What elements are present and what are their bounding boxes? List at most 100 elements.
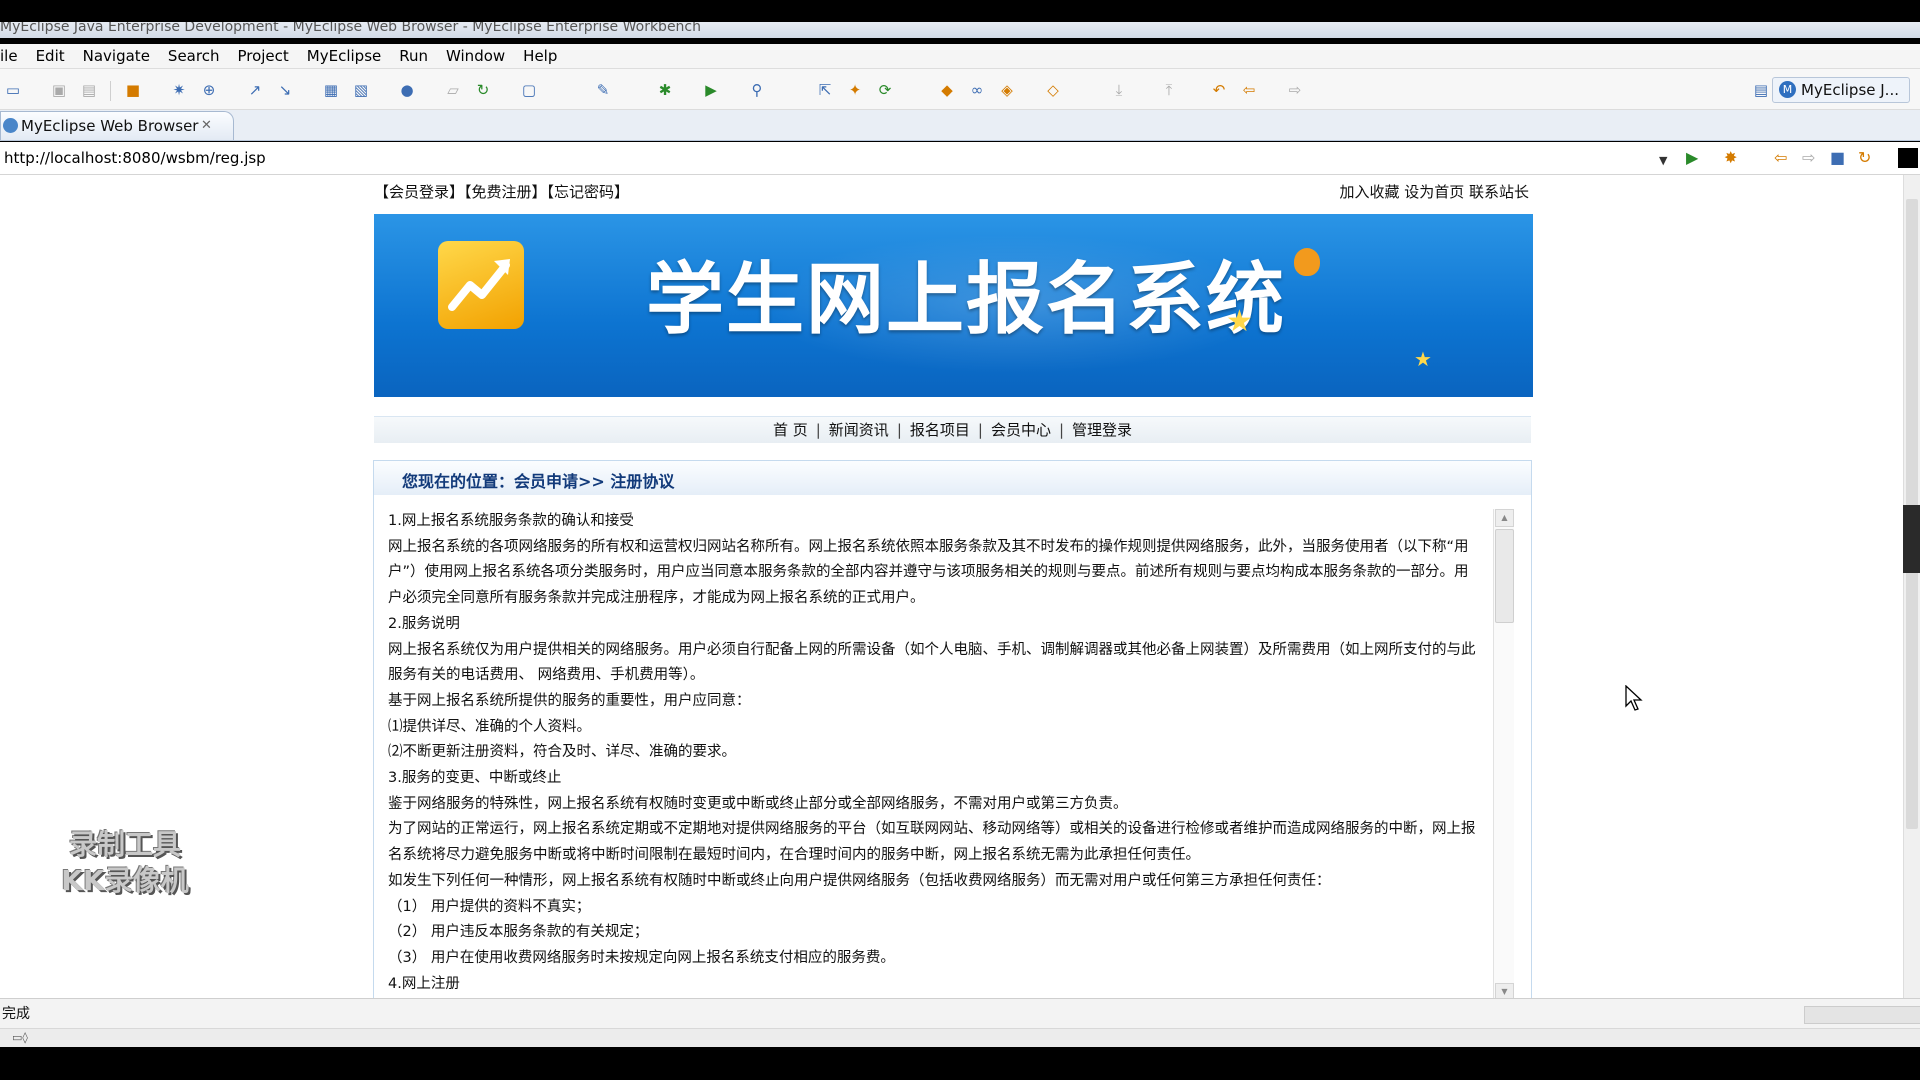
nav-projects[interactable]: 报名项目 [902, 421, 978, 439]
agreement-line: 网上报名系统的各项网络服务的所有权和运营权归网站名称所有。网上报名系统依照本服务… [388, 538, 1469, 555]
agreement-line: 服务有关的电话费用、 网络费用、手机费用等）。 [388, 667, 705, 684]
editor-tab-row: MyEclipse Web Browser ✕ [0, 110, 1920, 141]
refresh-project-icon[interactable]: ↻ [474, 81, 492, 99]
image-icon[interactable]: ▢ [520, 81, 538, 99]
browser-icon[interactable]: ● [398, 81, 416, 99]
scroll-thumb[interactable] [1495, 529, 1514, 623]
refresh-icon[interactable]: ↻ [1858, 149, 1871, 167]
perspective-icon[interactable]: ▤ [1752, 81, 1770, 99]
stop-icon[interactable]: ■ [1830, 149, 1845, 167]
server-icon[interactable]: ⊕ [200, 81, 218, 99]
link-icon[interactable]: ∞ [968, 81, 986, 99]
task-icon[interactable]: ◆ [938, 81, 956, 99]
nav-news[interactable]: 新闻资讯 [821, 421, 897, 439]
agreement-line: ⑵不断更新注册资料，符合及时、详尽、准确的要求。 [388, 744, 736, 761]
member-links[interactable]: 【会员登录】【免费注册】【忘记密码】 [374, 181, 629, 202]
main-nav: 首 页 | 新闻资讯 | 报名项目 | 会员中心 | 管理登录 [374, 416, 1531, 443]
top-links: 【会员登录】【免费注册】【忘记密码】 加入收藏 设为首页 联系站长 [374, 181, 1529, 203]
breadcrumb: 您现在的位置：会员申请>> 注册协议 [402, 472, 675, 491]
run-icon[interactable]: ▶ [702, 81, 720, 99]
agreement-line: 户”）使用网上报名系统各项分类服务时，用户应当同意本服务条款的全部内容并遵守与该… [388, 564, 1469, 581]
perspective-switcher[interactable]: M MyEclipse J... [1772, 77, 1910, 103]
folder-icon[interactable]: ▱ [444, 81, 462, 99]
agreement-line: ⑴提供详尽、准确的个人资料。 [388, 718, 591, 735]
open-resource-icon[interactable]: ✦ [846, 81, 864, 99]
deploy-icon[interactable]: ↗ [246, 81, 264, 99]
sync-icon[interactable]: ⟳ [876, 81, 894, 99]
chart-logo-icon [438, 241, 524, 329]
forward-icon[interactable]: ⇨ [1286, 81, 1304, 99]
chevron-down-icon[interactable]: ▼ [1659, 152, 1667, 170]
menu-myeclipse[interactable]: MyEclipse [299, 47, 391, 65]
agreement-line: 名系统将尽力避免服务中断或将中断时间限制在最短时间内，在合理时间内的服务中断，网… [388, 847, 1200, 864]
status-bar: 完成 [0, 998, 1920, 1029]
last-edit-icon[interactable]: ↶ [1210, 81, 1228, 99]
watermark-line: KK录像机 [61, 864, 189, 897]
menu-project[interactable]: Project [229, 47, 298, 65]
open-type-icon[interactable]: ⇱ [816, 81, 834, 99]
myeclipse-logo-icon: M [1779, 81, 1797, 98]
page-scrollbar[interactable] [1903, 175, 1920, 998]
back-icon[interactable]: ⇦ [1240, 81, 1258, 99]
search-icon[interactable]: ⚲ [748, 81, 766, 99]
star-icon: ★ [1226, 304, 1253, 339]
location-header: 您现在的位置：会员申请>> 注册协议 [374, 461, 1531, 495]
agreement-line: 3.服务的变更、中断或终止 [388, 770, 562, 787]
nav-admin-login[interactable]: 管理登录 [1064, 421, 1140, 439]
go-icon[interactable]: ▶ [1686, 149, 1698, 167]
next-annotation-icon[interactable]: ⤓ [1110, 81, 1128, 99]
menu-search[interactable]: Search [160, 47, 230, 65]
agreement-line: 基于网上报名系统所提供的服务的重要性，用户应同意： [388, 692, 751, 709]
agreement-line: 网上报名系统仅为用户提供相关的网络服务。用户必须自行配备上网的所需设备（如个人电… [388, 641, 1476, 658]
external-tools-icon[interactable]: ✎ [594, 81, 612, 99]
browser-content: 【会员登录】【免费注册】【忘记密码】 加入收藏 设为首页 联系站长 学生网上报名… [0, 175, 1903, 998]
forward-icon[interactable]: ⇨ [1802, 149, 1815, 167]
undeploy-icon[interactable]: ↘ [276, 81, 294, 99]
back-icon[interactable]: ⇦ [1774, 149, 1787, 167]
build-icon[interactable]: ✷ [170, 81, 188, 99]
scroll-down-icon[interactable]: ▼ [1495, 983, 1514, 998]
perspective-label: MyEclipse J... [1801, 81, 1899, 99]
agreement-scrollbar[interactable]: ▲ ▼ [1493, 509, 1514, 998]
fast-view-icon[interactable]: ▭◊ [12, 1031, 28, 1044]
prev-annotation-icon[interactable]: ⤒ [1160, 81, 1178, 99]
home-icon[interactable] [1898, 148, 1918, 168]
new-file-icon[interactable]: ▭ [4, 81, 22, 99]
toolbar-separator [110, 81, 111, 101]
url-input[interactable] [0, 146, 1672, 170]
side-panel-handle[interactable] [1903, 505, 1920, 573]
browser-tab-icon [3, 118, 18, 133]
shield-icon [1294, 248, 1320, 276]
window-title-bar: MyEclipse Java Enterprise Development - … [0, 22, 1920, 38]
menu-file[interactable]: ile [0, 47, 28, 65]
banner-title: 学生网上报名系统 [646, 254, 1287, 345]
menu-navigate[interactable]: Navigate [75, 47, 160, 65]
add-webapp-icon[interactable]: ▧ [352, 81, 370, 99]
close-icon[interactable]: ✕ [201, 112, 212, 140]
webapp-icon[interactable]: ▦ [322, 81, 340, 99]
package-icon[interactable]: ■ [124, 81, 142, 99]
menu-bar: ile Edit Navigate Search Project MyEclip… [0, 44, 1920, 69]
tab-web-browser[interactable]: MyEclipse Web Browser ✕ [0, 111, 234, 140]
cursor-icon [1625, 685, 1643, 711]
menu-help[interactable]: Help [515, 47, 567, 65]
bookmark-icon[interactable]: ◈ [998, 81, 1016, 99]
debug-icon[interactable]: ✱ [656, 81, 674, 99]
favorites-icon[interactable]: ✸ [1724, 149, 1737, 167]
agreement-line: 如发生下列任何一种情形，网上报名系统有权随时中断或终止向用户提供网络服务（包括收… [388, 872, 1331, 889]
agreement-line: 鉴于网络服务的特殊性，网上报名系统有权随时变更或中断或终止部分或全部网络服务，不… [388, 795, 1128, 812]
nav-home[interactable]: 首 页 [765, 421, 816, 439]
site-banner: 学生网上报名系统 ★ ★ [374, 214, 1533, 397]
nav-member-center[interactable]: 会员中心 [983, 421, 1059, 439]
agreement-panel: 您现在的位置：会员申请>> 注册协议 1.网上报名系统服务条款的确认和接受 网上报… [373, 460, 1532, 998]
print-icon[interactable]: ▤ [80, 81, 98, 99]
scroll-up-icon[interactable]: ▲ [1495, 509, 1514, 527]
agreement-line: 户必须完全同意所有服务条款并完成注册程序，才能成为网上报名系统的正式用户。 [388, 590, 925, 607]
site-links[interactable]: 加入收藏 设为首页 联系站长 [1339, 181, 1529, 202]
save-icon[interactable]: ▣ [50, 81, 68, 99]
menu-window[interactable]: Window [438, 47, 515, 65]
annotation-icon[interactable]: ◇ [1044, 81, 1062, 99]
menu-edit[interactable]: Edit [28, 47, 75, 65]
main-toolbar: ▭ ▣ ▤ ■ ✷ ⊕ ↗ ↘ ▦ ▧ ● ▱ ↻ ▢ ✎ ✱ ▶ ⚲ ⇱ ✦ … [0, 69, 1920, 110]
menu-run[interactable]: Run [391, 47, 438, 65]
